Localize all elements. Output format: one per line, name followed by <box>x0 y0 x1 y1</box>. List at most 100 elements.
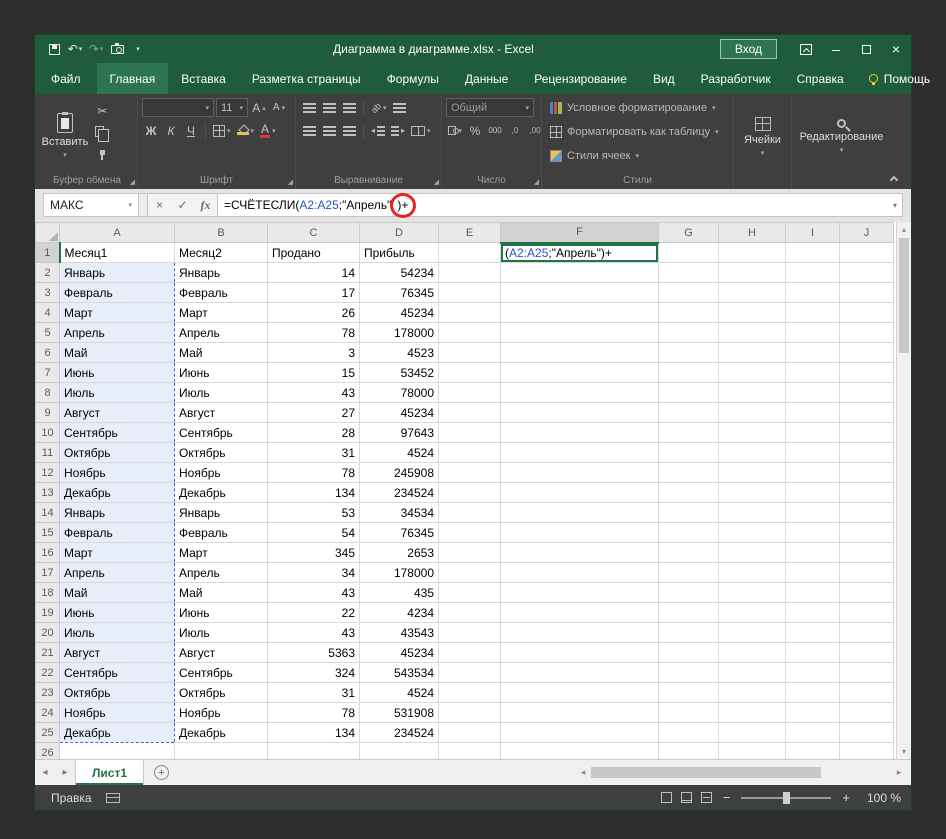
underline-button[interactable]: Ч <box>182 121 200 140</box>
cell-I10[interactable] <box>785 422 840 443</box>
cell-I13[interactable] <box>785 482 840 503</box>
cell-D5[interactable]: 178000 <box>359 322 439 343</box>
cell-B18[interactable]: Май <box>174 582 268 603</box>
row-header-24[interactable]: 24 <box>35 702 60 723</box>
row-header-15[interactable]: 15 <box>35 522 60 543</box>
cell-H18[interactable] <box>718 582 786 603</box>
align-middle-button[interactable] <box>320 98 338 117</box>
cell-H12[interactable] <box>718 462 786 483</box>
column-header-F[interactable]: F <box>500 222 659 244</box>
cell-B22[interactable]: Сентябрь <box>174 662 268 683</box>
increase-indent-button[interactable]: ▸ <box>389 121 407 140</box>
column-header-B[interactable]: B <box>174 222 268 243</box>
cell-G5[interactable] <box>658 322 719 343</box>
select-all-button[interactable] <box>35 222 60 243</box>
cell-E11[interactable] <box>438 442 501 463</box>
cell-G22[interactable] <box>658 662 719 683</box>
cell-D3[interactable]: 76345 <box>359 282 439 303</box>
row-header-8[interactable]: 8 <box>35 382 60 403</box>
cell-A11[interactable]: Октябрь <box>59 442 175 463</box>
cell-B12[interactable]: Ноябрь <box>174 462 268 483</box>
cell-H16[interactable] <box>718 542 786 563</box>
cell-G9[interactable] <box>658 402 719 423</box>
cell-D13[interactable]: 234524 <box>359 482 439 503</box>
cell-D9[interactable]: 45234 <box>359 402 439 423</box>
cell-D14[interactable]: 34534 <box>359 502 439 523</box>
cell-D15[interactable]: 76345 <box>359 522 439 543</box>
cell-A20[interactable]: Июль <box>59 622 175 643</box>
cell-G25[interactable] <box>658 722 719 743</box>
cell-B19[interactable]: Июнь <box>174 602 268 623</box>
cell-F19[interactable] <box>500 602 659 623</box>
row-header-25[interactable]: 25 <box>35 722 60 743</box>
cell-H24[interactable] <box>718 702 786 723</box>
cell-G3[interactable] <box>658 282 719 303</box>
cell-I26[interactable] <box>785 742 840 759</box>
align-left-button[interactable] <box>300 121 318 140</box>
align-center-button[interactable] <box>320 121 338 140</box>
bold-button[interactable]: Ж <box>142 121 160 140</box>
minimize-button[interactable]: – <box>821 35 851 63</box>
cell-A16[interactable]: Март <box>59 542 175 563</box>
cell-B26[interactable] <box>174 742 268 759</box>
cell-D6[interactable]: 4523 <box>359 342 439 363</box>
cell-B10[interactable]: Сентябрь <box>174 422 268 443</box>
cell-F20[interactable] <box>500 622 659 643</box>
cell-H20[interactable] <box>718 622 786 643</box>
cell-F14[interactable] <box>500 502 659 523</box>
formula-bar-expand-icon[interactable]: ▾ <box>893 201 897 210</box>
cell-J18[interactable] <box>839 582 894 603</box>
cell-B21[interactable]: Август <box>174 642 268 663</box>
share-button[interactable]: Поделиться <box>942 63 946 94</box>
row-header-9[interactable]: 9 <box>35 402 60 423</box>
row-header-1[interactable]: 1 <box>35 242 61 263</box>
cell-E9[interactable] <box>438 402 501 423</box>
cell-F9[interactable] <box>500 402 659 423</box>
zoom-slider[interactable] <box>741 791 832 804</box>
cell-B8[interactable]: Июль <box>174 382 268 403</box>
cell-G10[interactable] <box>658 422 719 443</box>
cell-G24[interactable] <box>658 702 719 723</box>
row-header-4[interactable]: 4 <box>35 302 60 323</box>
cell-I19[interactable] <box>785 602 840 623</box>
cell-H23[interactable] <box>718 682 786 703</box>
name-box[interactable]: МАКС ▾ <box>43 193 139 217</box>
zoom-level[interactable]: 100 % <box>861 791 901 805</box>
cell-H4[interactable] <box>718 302 786 323</box>
cell-J6[interactable] <box>839 342 894 363</box>
cell-C9[interactable]: 27 <box>267 402 360 423</box>
cell-C10[interactable]: 28 <box>267 422 360 443</box>
cell-B1[interactable]: Месяц2 <box>174 242 268 263</box>
cell-J2[interactable] <box>839 262 894 283</box>
cell-E15[interactable] <box>438 522 501 543</box>
borders-button[interactable]: ▾ <box>211 121 233 140</box>
scroll-left-icon[interactable]: ◂ <box>575 767 591 778</box>
number-format-combo[interactable]: Общий ▾ <box>446 98 534 117</box>
cell-I8[interactable] <box>785 382 840 403</box>
font-color-button[interactable]: А ▾ <box>258 121 278 140</box>
cell-A7[interactable]: Июнь <box>59 362 175 383</box>
cell-H1[interactable] <box>718 242 786 263</box>
column-header-J[interactable]: J <box>839 222 894 243</box>
cell-G21[interactable] <box>658 642 719 663</box>
cell-J14[interactable] <box>839 502 894 523</box>
cell-D16[interactable]: 2653 <box>359 542 439 563</box>
cell-F13[interactable] <box>500 482 659 503</box>
cell-C12[interactable]: 78 <box>267 462 360 483</box>
cell-F3[interactable] <box>500 282 659 303</box>
cell-B24[interactable]: Ноябрь <box>174 702 268 723</box>
row-header-11[interactable]: 11 <box>35 442 60 463</box>
undo-button[interactable]: ↶ ▾ <box>66 38 84 60</box>
cell-E10[interactable] <box>438 422 501 443</box>
tab-Данные[interactable]: Данные <box>452 63 521 94</box>
cell-E8[interactable] <box>438 382 501 403</box>
cell-J15[interactable] <box>839 522 894 543</box>
cell-A4[interactable]: Март <box>59 302 175 323</box>
cell-E19[interactable] <box>438 602 501 623</box>
column-header-D[interactable]: D <box>359 222 439 243</box>
cell-C22[interactable]: 324 <box>267 662 360 683</box>
cell-E4[interactable] <box>438 302 501 323</box>
cell-G14[interactable] <box>658 502 719 523</box>
cell-D19[interactable]: 4234 <box>359 602 439 623</box>
cell-J22[interactable] <box>839 662 894 683</box>
